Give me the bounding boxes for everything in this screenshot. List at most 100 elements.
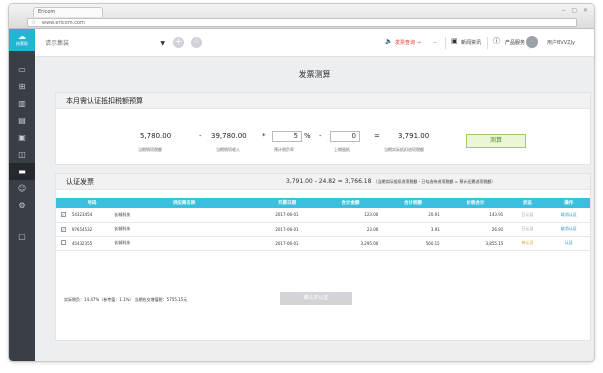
cell-number: 54323454 xyxy=(70,208,114,223)
tax-summary: 实际税负：14.47%（参考值：1.1%） 当期应交增值税：5755.15元 xyxy=(64,297,188,302)
browser-chrome: Ericom ‒ ▢ ✕ ☆ www.ericom.com xyxy=(9,4,594,29)
news-link[interactable]: 新闻资讯 xyxy=(461,39,481,47)
help-link[interactable]: 产品服务 xyxy=(505,39,525,47)
address-bar[interactable]: ☆ www.ericom.com xyxy=(27,18,577,27)
income-value: 39,780.00 xyxy=(211,132,247,140)
cloud-icon: ☁ xyxy=(18,32,26,41)
cell-total: 26.91 xyxy=(443,222,508,237)
cell-number: 45432355 xyxy=(70,236,114,251)
alert-link[interactable]: 发票查询 → xyxy=(395,39,421,47)
top-bar: 请示集装 ▼ + ⁘ 🔈 发票查询 → -- ▣ 新闻资讯 ⓘ 产品服务 用户B… xyxy=(35,29,594,57)
formula-note: （当期实际抵扣进项税额 - 已勾选待进项税额 = 预计还需进项税额） xyxy=(373,179,496,184)
sidebar-item-window[interactable]: ▢ xyxy=(9,228,35,245)
table-header: 号码 供应商名称 开票日期 合计金额 合计税额 价税合计 状态 操作 xyxy=(56,198,590,208)
url-text: www.ericom.com xyxy=(42,20,85,26)
avatar[interactable] xyxy=(526,36,538,48)
caption-result: 当期实际抵扣进项税额 xyxy=(384,147,424,152)
cell-total: 143.91 xyxy=(443,208,508,223)
clipboard-icon: ▣ xyxy=(18,133,26,142)
document-icon: ▤ xyxy=(18,116,26,125)
invoice-icon: ◫ xyxy=(18,150,26,159)
stamp-icon: ▬ xyxy=(18,167,26,176)
add-icon[interactable]: + xyxy=(173,37,184,48)
cell-date: 2017-06-01 xyxy=(255,222,319,237)
page-title: 发票测算 xyxy=(298,70,331,79)
cell-action[interactable]: 认证 xyxy=(547,236,590,251)
formula-line: 3,791.00 - 24.82 = 3,766.18 （当期实际抵扣进项税额 … xyxy=(286,178,495,185)
formula-text: 3,791.00 - 24.82 = 3,766.18 xyxy=(286,178,372,185)
sidebar-item-people[interactable]: ☺ xyxy=(9,180,35,197)
chart-icon: ▥ xyxy=(18,99,26,108)
sidebar-item-settings[interactable]: ⚙ xyxy=(9,197,35,214)
company-select[interactable]: 请示集装 ▼ xyxy=(45,38,165,49)
table-row: ✓ 54323454 长城科技 2017-06-01 123.00 20.91 … xyxy=(56,208,590,223)
header-number: 号码 xyxy=(87,201,97,206)
caption-carryover: 上期留抵 xyxy=(334,147,350,152)
budget-heading: 本月需认证抵扣税额预算 xyxy=(56,93,590,109)
window-controls[interactable]: ‒ ▢ ✕ xyxy=(562,7,590,14)
app-logo[interactable]: ☁ 核票助 xyxy=(9,29,35,51)
header-status: 状态 xyxy=(522,201,532,206)
measure-button[interactable]: 测算 xyxy=(466,134,526,148)
help-icon: ⓘ xyxy=(493,37,500,45)
speaker-icon: 🔈 xyxy=(385,38,393,45)
browser-window: Ericom ‒ ▢ ✕ ☆ www.ericom.com ☁ 核票助 ▭ ⊞ … xyxy=(8,3,595,362)
cell-action[interactable]: 取消认证 xyxy=(547,222,590,237)
logo-text: 核票助 xyxy=(16,41,28,46)
star-icon[interactable]: ☆ xyxy=(31,19,36,27)
news-icon: ▣ xyxy=(451,37,458,45)
people-icon: ☺ xyxy=(17,184,27,193)
grid-icon[interactable]: ⁘ xyxy=(191,37,202,48)
percent-sign: % xyxy=(304,132,311,140)
caption-rate: 预计税负率 xyxy=(274,147,294,152)
confirm-certify-button[interactable]: 确认并认证 xyxy=(280,292,352,305)
op-multiply: * xyxy=(262,132,266,140)
cell-number: 97654532 xyxy=(70,222,114,237)
budget-panel: 本月需认证抵扣税额预算 5,780.00 - 39,780.00 * 5 % -… xyxy=(55,92,591,165)
caption-income: 当期销项收入 xyxy=(216,147,240,152)
header-date: 开票日期 xyxy=(277,201,296,206)
cell-status: 已认证 xyxy=(507,208,548,223)
row-checkbox[interactable] xyxy=(60,240,66,245)
username[interactable]: 用户BVVZJy xyxy=(547,39,575,47)
row-checkbox[interactable]: ✓ xyxy=(60,226,66,232)
square-icon: ▭ xyxy=(18,65,26,74)
invoice-panel: 认证发票 3,791.00 - 24.82 = 3,766.18 （当期实际抵扣… xyxy=(55,173,591,341)
tax-rate-input[interactable]: 5 xyxy=(272,131,302,142)
sidebar-item-chart[interactable]: ▥ xyxy=(9,95,35,112)
op-minus: - xyxy=(319,132,322,140)
sidebar-item-square[interactable]: ▭ xyxy=(9,61,35,78)
cell-date: 2017-06-01 xyxy=(255,208,319,223)
cell-amount: 3,295.00 xyxy=(318,236,383,251)
op-minus: - xyxy=(199,132,202,140)
sidebar-item-clipboard[interactable]: ▣ xyxy=(9,129,35,146)
company-select-value: 请示集装 xyxy=(45,40,70,47)
divider xyxy=(487,37,488,49)
cell-action[interactable]: 取消认证 xyxy=(547,208,590,223)
cell-total: 3,855.15 xyxy=(443,236,508,251)
cell-amount: 123.00 xyxy=(318,208,383,223)
main-content: 发票测算 本月需认证抵扣税额预算 5,780.00 - 39,780.00 * … xyxy=(35,57,594,361)
output-tax-value: 5,780.00 xyxy=(140,132,172,140)
header-check xyxy=(56,198,71,208)
caption-output-tax: 当期销项税额 xyxy=(138,147,162,152)
cell-amount: 23.00 xyxy=(318,222,383,237)
browser-tab[interactable]: Ericom xyxy=(33,7,103,17)
row-checkbox[interactable]: ✓ xyxy=(60,212,66,218)
cell-tax: 560.15 xyxy=(382,236,444,251)
table-row: ✓ 97654532 长城科技 2017-06-01 23.00 3.91 26… xyxy=(56,222,590,237)
table-row: 45432355 长城科技 2017-06-01 3,295.00 560.15… xyxy=(56,236,590,251)
header-tax: 合计税额 xyxy=(404,201,423,206)
carryover-input[interactable]: 0 xyxy=(330,131,360,142)
cell-tax: 3.91 xyxy=(382,222,444,237)
sidebar-item-document[interactable]: ▤ xyxy=(9,112,35,129)
sidebar-item-add[interactable]: ⊞ xyxy=(9,78,35,95)
alert-dashes: -- xyxy=(433,40,437,46)
plus-box-icon: ⊞ xyxy=(18,82,26,91)
header-supplier: 供应商名称 xyxy=(172,201,196,206)
caret-down-icon: ▼ xyxy=(160,40,165,47)
sidebar-item-invoice[interactable]: ◫ xyxy=(9,146,35,163)
sidebar-item-stamp[interactable]: ▬ xyxy=(9,163,35,180)
cell-supplier: 长城科技 xyxy=(113,236,256,251)
cell-date: 2017-06-01 xyxy=(255,236,319,251)
